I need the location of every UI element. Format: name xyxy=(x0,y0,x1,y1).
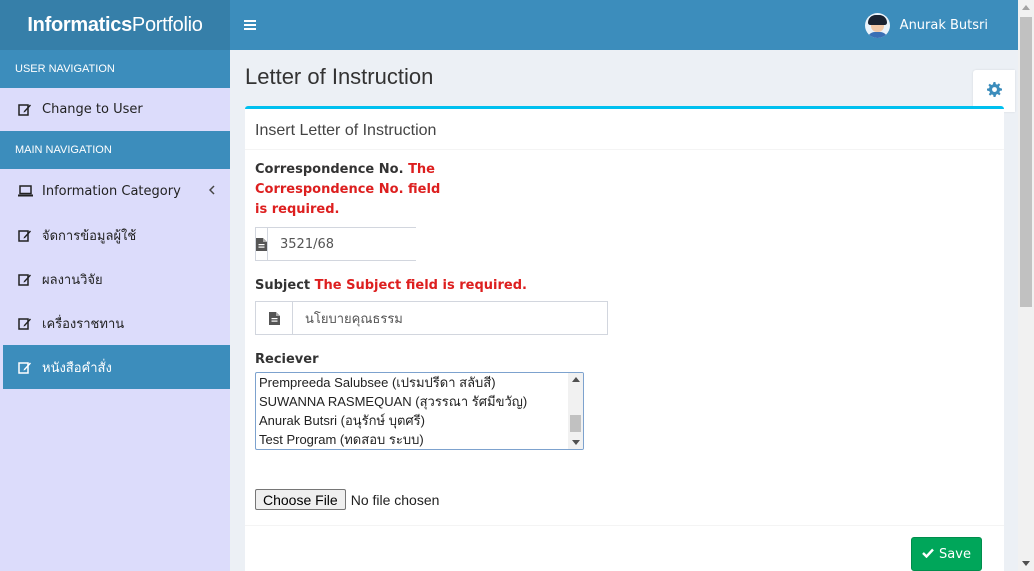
sidebar-item-label: เครื่องราชทาน xyxy=(42,316,125,332)
file-status: No file chosen xyxy=(350,491,440,508)
user-nav-header: USER NAVIGATION xyxy=(0,50,230,88)
correspondence-input-group xyxy=(255,227,450,261)
receiver-option[interactable]: Test Program (ทดสอบ ระบบ) xyxy=(256,430,583,449)
user-name: Anurak Butsri xyxy=(899,17,988,33)
divider xyxy=(245,525,1004,526)
edit-icon xyxy=(18,272,34,286)
file-icon xyxy=(256,302,293,334)
subject-label-text: Subject xyxy=(255,278,311,293)
edit-icon xyxy=(18,360,34,374)
scroll-up-icon[interactable] xyxy=(1022,5,1030,10)
receiver-option[interactable]: SUWANNA RASMEQUAN (สุวรรณา รัศมีขวัญ) xyxy=(256,392,583,411)
top-navbar: Anurak Butsri xyxy=(230,0,1018,50)
sidebar-item-information-category[interactable]: Information Category xyxy=(0,169,230,213)
chevron-left-icon xyxy=(208,184,215,198)
gear-icon xyxy=(986,81,1002,101)
check-icon xyxy=(922,547,934,562)
insert-form-box: Insert Letter of Instruction Corresponde… xyxy=(245,106,1004,571)
correspondence-label: Correspondence No. The Correspondence No… xyxy=(255,160,440,220)
laptop-icon xyxy=(18,184,34,198)
correspondence-error: Correspondence No. field xyxy=(255,182,441,197)
sidebar-item-label: จัดการข้อมูลผู้ใช้ xyxy=(42,228,137,244)
correspondence-error: The xyxy=(408,162,436,177)
scroll-up-icon[interactable] xyxy=(572,377,580,382)
subject-label: Subject The Subject field is required. xyxy=(255,276,527,296)
subject-error: The Subject field is required. xyxy=(314,278,527,293)
edit-icon xyxy=(18,316,34,330)
listbox-scrollbar[interactable] xyxy=(568,373,583,449)
sidebar-item-label: ผลงานวิจัย xyxy=(42,272,103,288)
sidebar-item-label: หนังสือคำสั่ง xyxy=(42,360,112,376)
app-logo[interactable]: Informatics Portfolio xyxy=(0,0,230,50)
subject-input-group xyxy=(255,301,608,335)
sidebar: USER NAVIGATION Change to User MAIN NAVI… xyxy=(0,50,230,571)
correspondence-no-input[interactable] xyxy=(268,228,450,260)
edit-icon xyxy=(18,228,34,242)
save-button[interactable]: Save xyxy=(911,537,982,571)
avatar xyxy=(864,12,890,38)
logo-bold-text: Informatics xyxy=(27,13,132,36)
receiver-select[interactable]: Prempreeda Salubsee (เปรมปรีดา สลับสี) S… xyxy=(255,372,584,450)
sidebar-item-change-user[interactable]: Change to User xyxy=(0,88,230,131)
correspondence-label-text: Correspondence No. xyxy=(255,162,404,177)
page-scrollbar[interactable] xyxy=(1018,0,1034,571)
choose-file-button[interactable]: Choose File xyxy=(255,489,346,510)
sidebar-item-label: Change to User xyxy=(42,102,143,117)
correspondence-error: is required. xyxy=(255,202,340,217)
scroll-down-icon[interactable] xyxy=(572,440,580,445)
sidebar-item-royal-decorations[interactable]: เครื่องราชทาน xyxy=(0,301,230,345)
receiver-option[interactable]: Anurak Butsri (อนุรักษ์ บุตศรี) xyxy=(256,411,583,430)
sidebar-item-manage-users[interactable]: จัดการข้อมูลผู้ใช้ xyxy=(0,213,230,257)
logo-light-text: Portfolio xyxy=(131,13,203,36)
file-upload: Choose File No file chosen xyxy=(255,489,439,510)
form-title: Insert Letter of Instruction xyxy=(255,122,437,139)
sidebar-item-letter-of-instruction[interactable]: หนังสือคำสั่ง xyxy=(0,345,230,389)
sidebar-item-research[interactable]: ผลงานวิจัย xyxy=(0,257,230,301)
scroll-thumb[interactable] xyxy=(570,415,581,432)
receiver-label: Reciever xyxy=(255,352,319,367)
user-menu[interactable]: Anurak Butsri xyxy=(864,12,988,38)
subject-input[interactable] xyxy=(293,302,607,334)
save-label: Save xyxy=(939,546,971,562)
scroll-thumb[interactable] xyxy=(1020,17,1032,307)
main-nav-header: MAIN NAVIGATION xyxy=(0,131,230,169)
receiver-option[interactable]: Prempreeda Salubsee (เปรมปรีดา สลับสี) xyxy=(256,373,583,392)
edit-icon xyxy=(18,103,34,117)
file-icon xyxy=(256,228,268,260)
scroll-down-icon[interactable] xyxy=(1022,561,1030,566)
sidebar-item-label: Information Category xyxy=(42,183,181,199)
page-title: Letter of Instruction xyxy=(245,64,434,89)
divider xyxy=(245,149,1004,150)
menu-toggle-icon[interactable] xyxy=(244,16,258,34)
